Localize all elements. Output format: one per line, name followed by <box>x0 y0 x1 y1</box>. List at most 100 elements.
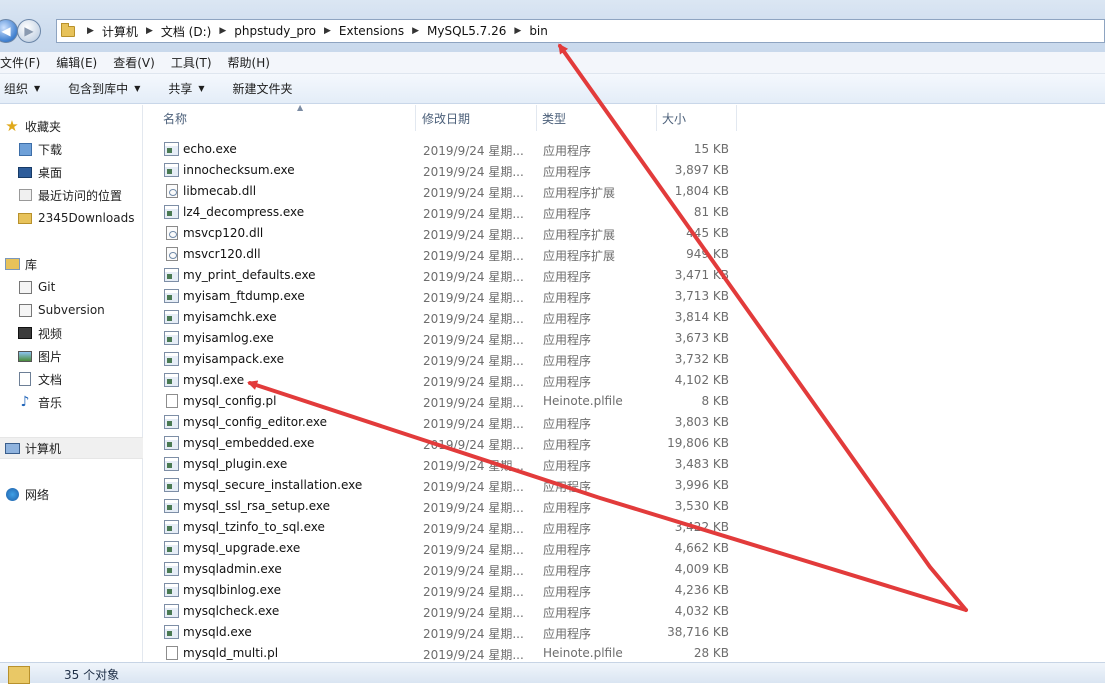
file-size: 3,732 KB <box>674 352 729 366</box>
column-header-name[interactable]: 名称 ▲ <box>158 103 416 131</box>
file-row[interactable]: msvcp120.dll 2019/9/24 星期... 应用程序扩展 445 KB <box>158 223 738 244</box>
music-icon: ♪ <box>20 394 30 410</box>
nav-favorites[interactable]: ★ 收藏夹 <box>4 115 61 137</box>
menu-view[interactable]: 查看(V) <box>113 54 163 71</box>
share-button[interactable]: 共享 ▼ <box>168 80 204 97</box>
nav-music[interactable]: ♪ 音乐 <box>17 391 62 413</box>
breadcrumb-computer[interactable]: 计算机 <box>102 23 138 40</box>
file-date: 2019/9/24 星期... <box>423 648 524 662</box>
nav-libraries[interactable]: 库 <box>4 253 37 275</box>
file-date: 2019/9/24 星期... <box>423 501 524 515</box>
dll-file-icon <box>166 226 178 240</box>
file-row[interactable]: myisamchk.exe 2019/9/24 星期... 应用程序 3,814 KB <box>158 307 738 328</box>
file-row[interactable]: myisam_ftdump.exe 2019/9/24 星期... 应用程序 3,71… <box>158 286 738 307</box>
file-row[interactable]: mysql_config.pl 2019/9/24 星期... Heinote.pl… <box>158 391 738 412</box>
file-row[interactable]: myisamlog.exe 2019/9/24 星期... 应用程序 3,673 KB <box>158 328 738 349</box>
file-name: libmecab.dll <box>183 184 257 198</box>
file-row[interactable]: innochecksum.exe 2019/9/24 星期... 应用程序 3,897… <box>158 160 738 181</box>
file-type: 应用程序 <box>543 459 592 473</box>
exe-file-icon <box>164 541 179 555</box>
file-name: mysql.exe <box>183 373 245 387</box>
menu-file[interactable]: 文件(F) <box>0 54 48 71</box>
column-header-size[interactable]: 大小 <box>657 105 737 131</box>
file-row[interactable]: mysql_tzinfo_to_sql.exe 2019/9/24 星期... 应用… <box>158 517 738 538</box>
file-type: 应用程序 <box>543 144 592 158</box>
exe-file-icon <box>164 415 179 429</box>
nav-git[interactable]: Git <box>17 276 55 298</box>
file-row[interactable]: my_print_defaults.exe 2019/9/24 星期... 应用程序… <box>158 265 738 286</box>
file-row[interactable]: mysqld.exe 2019/9/24 星期... 应用程序 38,716 KB <box>158 622 738 643</box>
file-row[interactable]: mysql.exe 2019/9/24 星期... 应用程序 4,102 KB <box>158 370 738 391</box>
back-button[interactable]: ◀ <box>0 19 18 43</box>
file-size: 4,236 KB <box>674 583 729 597</box>
file-name: mysqld_multi.pl <box>183 646 279 660</box>
breadcrumb-extensions[interactable]: Extensions <box>339 24 404 38</box>
file-row[interactable]: mysql_ssl_rsa_setup.exe 2019/9/24 星期... 应用… <box>158 496 738 517</box>
command-toolbar: 组织 ▼ 包含到库中 ▼ 共享 ▼ 新建文件夹 <box>0 74 1105 104</box>
file-row[interactable]: mysqlbinlog.exe 2019/9/24 星期... 应用程序 4,236 … <box>158 580 738 601</box>
object-count: 35 个对象 <box>64 668 120 682</box>
file-type: 应用程序 <box>543 606 592 620</box>
file-row[interactable]: mysqlcheck.exe 2019/9/24 星期... 应用程序 4,032 K… <box>158 601 738 622</box>
breadcrumb-drive-d[interactable]: 文档 (D:) <box>161 23 211 40</box>
file-row[interactable]: mysqld_multi.pl 2019/9/24 星期... Heinote.pl… <box>158 643 738 664</box>
file-type: 应用程序扩展 <box>543 249 616 263</box>
nav-network[interactable]: 网络 <box>4 483 49 505</box>
file-row[interactable]: libmecab.dll 2019/9/24 星期... 应用程序扩展 1,804 K… <box>158 181 738 202</box>
breadcrumb-separator[interactable]: ▶ <box>146 26 153 36</box>
column-header-date[interactable]: 修改日期 <box>417 105 537 131</box>
breadcrumb-separator[interactable]: ▶ <box>324 26 331 36</box>
menu-help[interactable]: 帮助(H) <box>228 54 278 71</box>
breadcrumb-phpstudy[interactable]: phpstudy_pro <box>234 24 316 38</box>
nav-2345downloads[interactable]: 2345Downloads <box>17 207 134 229</box>
include-library-button[interactable]: 包含到库中 ▼ <box>68 80 140 97</box>
git-icon <box>18 280 32 294</box>
file-name: myisamlog.exe <box>183 331 274 345</box>
file-row[interactable]: mysql_embedded.exe 2019/9/24 星期... 应用程序 19,… <box>158 433 738 454</box>
file-size: 3,803 KB <box>674 415 729 429</box>
exe-file-icon <box>164 520 179 534</box>
file-row[interactable]: echo.exe 2019/9/24 星期... 应用程序 15 KB <box>158 139 738 160</box>
menu-tools[interactable]: 工具(T) <box>171 54 220 71</box>
breadcrumb-separator[interactable]: ▶ <box>87 26 94 36</box>
nav-videos[interactable]: 视频 <box>17 322 62 344</box>
nav-downloads[interactable]: 下载 <box>17 138 62 160</box>
file-row[interactable]: mysql_upgrade.exe 2019/9/24 星期... 应用程序 4,66… <box>158 538 738 559</box>
nav-recent-places[interactable]: 最近访问的位置 <box>17 184 122 206</box>
file-size: 3,422 KB <box>674 520 729 534</box>
file-date: 2019/9/24 星期... <box>423 375 524 389</box>
file-row[interactable]: mysql_secure_installation.exe 2019/9/24 星… <box>158 475 738 496</box>
address-bar[interactable]: ▶ 计算机 ▶ 文档 (D:) ▶ phpstudy_pro ▶ Extensi… <box>56 19 1105 43</box>
breadcrumb-mysql[interactable]: MySQL5.7.26 <box>427 24 506 38</box>
file-size: 4,662 KB <box>674 541 729 555</box>
breadcrumb-separator[interactable]: ▶ <box>412 26 419 36</box>
breadcrumb-separator[interactable]: ▶ <box>219 26 226 36</box>
exe-file-icon <box>164 436 179 450</box>
column-header-type[interactable]: 类型 <box>537 105 657 131</box>
new-folder-button[interactable]: 新建文件夹 <box>233 80 293 97</box>
file-row[interactable]: mysql_config_editor.exe 2019/9/24 星期... 应用… <box>158 412 738 433</box>
file-size: 15 KB <box>693 142 729 156</box>
breadcrumb-bin[interactable]: bin <box>529 24 548 38</box>
nav-label: 文档 <box>38 372 63 387</box>
navigation-pane: ★ 收藏夹 下载 桌面 最近访问的位置 2345Downloads 库 Git S… <box>0 105 143 662</box>
breadcrumb-separator[interactable]: ▶ <box>514 26 521 36</box>
nav-pictures[interactable]: 图片 <box>17 345 62 367</box>
nav-documents[interactable]: 文档 <box>17 368 62 390</box>
file-row[interactable]: lz4_decompress.exe 2019/9/24 星期... 应用程序 81 … <box>158 202 738 223</box>
file-date: 2019/9/24 星期... <box>423 417 524 431</box>
nav-desktop[interactable]: 桌面 <box>17 161 62 183</box>
file-name: msvcr120.dll <box>183 247 261 261</box>
file-row[interactable]: msvcr120.dll 2019/9/24 星期... 应用程序扩展 949 KB <box>158 244 738 265</box>
menu-edit[interactable]: 编辑(E) <box>56 54 105 71</box>
forward-button[interactable]: ▶ <box>17 19 41 43</box>
file-row[interactable]: mysql_plugin.exe 2019/9/24 星期... 应用程序 3,483… <box>158 454 738 475</box>
nav-computer[interactable]: 计算机 <box>4 437 61 459</box>
file-row[interactable]: mysqladmin.exe 2019/9/24 星期... 应用程序 4,009 K… <box>158 559 738 580</box>
nav-subversion[interactable]: Subversion <box>17 299 105 321</box>
exe-file-icon <box>164 583 179 597</box>
exe-file-icon <box>164 163 179 177</box>
file-size: 8 KB <box>701 394 729 408</box>
file-row[interactable]: myisampack.exe 2019/9/24 星期... 应用程序 3,732 K… <box>158 349 738 370</box>
organize-button[interactable]: 组织 ▼ <box>4 80 40 97</box>
